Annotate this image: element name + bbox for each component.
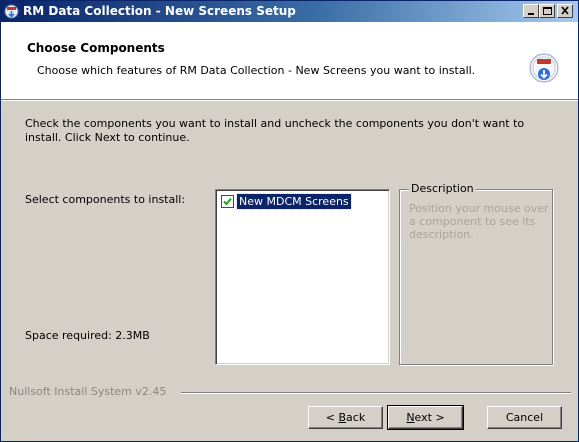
footer-divider — [181, 392, 571, 394]
header-panel: Choose Components Choose which features … — [1, 22, 578, 99]
cancel-button[interactable]: Cancel — [487, 406, 562, 429]
next-button[interactable]: Next > — [387, 405, 464, 430]
page-title: Choose Components — [27, 41, 165, 55]
component-checkbox[interactable] — [221, 195, 234, 208]
window-title: RM Data Collection - New Screens Setup — [23, 4, 296, 18]
minimize-button[interactable] — [523, 4, 539, 18]
next-accel: N — [406, 410, 415, 424]
description-groupbox: Description Position your mouse over a c… — [399, 182, 553, 365]
header-divider — [1, 99, 578, 101]
components-tree[interactable]: New MDCM Screens — [215, 189, 390, 365]
description-legend: Description — [409, 182, 476, 195]
close-icon — [561, 6, 569, 15]
component-label[interactable]: New MDCM Screens — [236, 193, 352, 210]
minimize-icon — [528, 13, 534, 15]
setup-window: RM Data Collection - New Screens Setup C… — [0, 0, 579, 442]
installer-app-icon — [4, 4, 19, 19]
nsis-branding: Nullsoft Install System v2.45 — [9, 385, 167, 398]
back-accel: B — [338, 410, 347, 424]
title-bar[interactable]: RM Data Collection - New Screens Setup — [1, 1, 578, 22]
description-text: Position your mouse over a component to … — [409, 202, 549, 241]
install-cd-icon — [529, 53, 559, 83]
maximize-icon — [543, 7, 552, 15]
back-label-post: ack — [346, 410, 366, 424]
back-button[interactable]: < Back — [308, 406, 383, 429]
maximize-button[interactable] — [539, 4, 555, 18]
instructions-text: Check the components you want to install… — [25, 117, 525, 144]
next-label-post: ext > — [414, 410, 445, 424]
page-subtitle: Choose which features of RM Data Collect… — [37, 64, 476, 77]
back-label-pre: < — [325, 410, 339, 424]
checkmark-icon — [223, 197, 232, 206]
select-components-label: Select components to install: — [25, 193, 186, 206]
close-button[interactable] — [557, 4, 573, 18]
space-required-label: Space required: 2.3MB — [25, 329, 150, 342]
